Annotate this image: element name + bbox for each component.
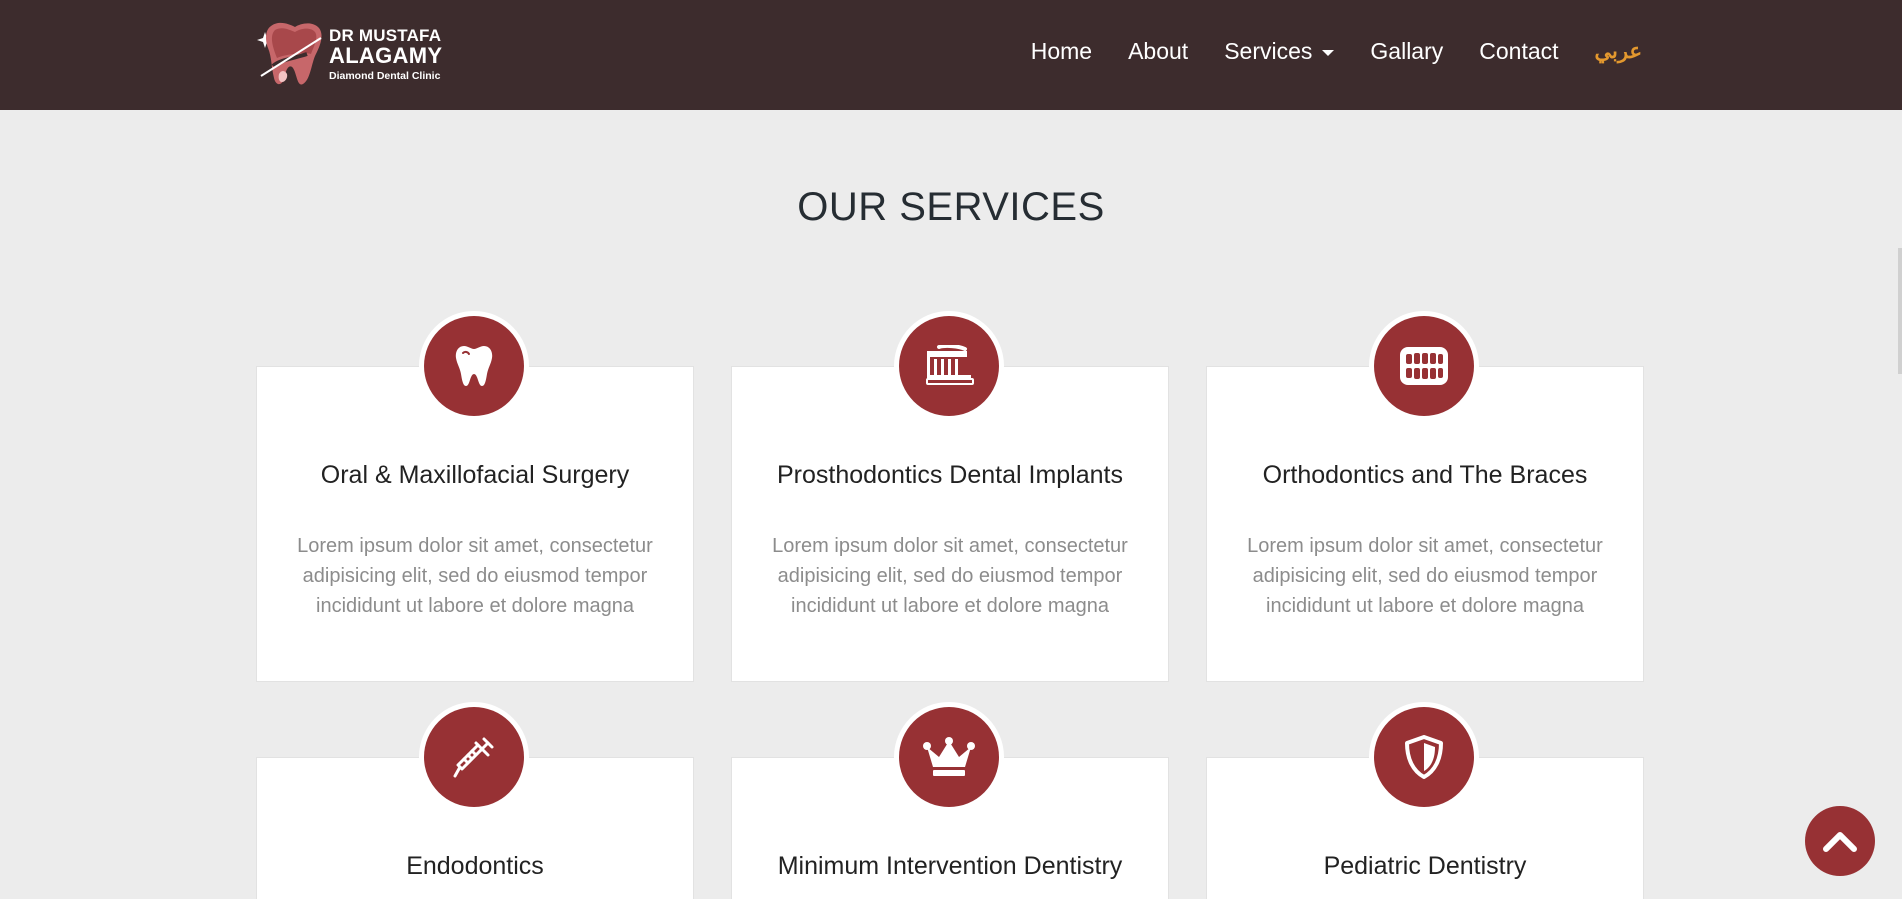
brand-tagline: Diamond Dental Clinic bbox=[329, 69, 441, 82]
nav-services-label: Services bbox=[1224, 37, 1313, 64]
section-title: OUR SERVICES bbox=[797, 185, 1105, 229]
tooth-logo-icon bbox=[255, 18, 327, 90]
service-icon-badge bbox=[894, 702, 1004, 812]
service-icon-badge bbox=[1369, 702, 1479, 812]
chevron-up-icon bbox=[1823, 832, 1857, 852]
brand-text: DR MUSTAFA ALAGAMY Diamond Dental Clinic bbox=[329, 27, 442, 82]
service-icon-badge bbox=[419, 702, 529, 812]
service-title: Oral & Maxillofacial Surgery bbox=[320, 461, 630, 489]
service-description: Lorem ipsum dolor sit amet, consectetur … bbox=[297, 535, 653, 617]
nav-services[interactable]: Services bbox=[1224, 37, 1335, 65]
nav-arabic-language[interactable]: عربي bbox=[1595, 39, 1642, 64]
service-icon-badge bbox=[419, 311, 529, 421]
service-description: Lorem ipsum dolor sit amet, consectetur … bbox=[772, 535, 1128, 617]
toothbrush-icon bbox=[899, 316, 999, 416]
syringe-icon bbox=[424, 707, 524, 807]
tooth-icon bbox=[424, 316, 524, 416]
shield-icon bbox=[1374, 707, 1474, 807]
nav-gallary[interactable]: Gallary bbox=[1370, 38, 1443, 65]
brand-name-line1: DR MUSTAFA bbox=[329, 25, 442, 45]
brand-logo[interactable]: DR MUSTAFA ALAGAMY Diamond Dental Clinic bbox=[255, 18, 455, 90]
service-title: Endodontics bbox=[406, 852, 544, 880]
scroll-to-top-button[interactable] bbox=[1805, 806, 1875, 876]
nav-contact[interactable]: Contact bbox=[1479, 38, 1558, 65]
nav-home[interactable]: Home bbox=[1031, 38, 1092, 65]
crown-icon bbox=[899, 707, 999, 807]
service-icon-badge bbox=[894, 311, 1004, 421]
service-title: Prosthodontics Dental Implants bbox=[776, 461, 1123, 489]
service-title: Pediatric Dentistry bbox=[1323, 852, 1527, 880]
main-nav: Home About Services Gallary Contact عربي bbox=[995, 0, 1642, 102]
service-title: Orthodontics and The Braces bbox=[1262, 461, 1588, 489]
nav-gallary-label: Gallary bbox=[1370, 37, 1444, 64]
nav-about[interactable]: About bbox=[1128, 38, 1188, 65]
service-description: Lorem ipsum dolor sit amet, consectetur … bbox=[1247, 535, 1603, 617]
teeth-icon bbox=[1374, 316, 1474, 416]
nav-contact-label: Contact bbox=[1479, 37, 1559, 64]
nav-arabic-label: عربي bbox=[1594, 39, 1642, 63]
nav-home-label: Home bbox=[1030, 37, 1093, 64]
service-icon-badge bbox=[1369, 311, 1479, 421]
brand-name-line2: ALAGAMY bbox=[329, 42, 443, 68]
service-title: Minimum Intervention Dentistry bbox=[777, 852, 1123, 880]
page-scrollbar-thumb[interactable] bbox=[1898, 248, 1902, 374]
chevron-down-icon bbox=[1322, 49, 1335, 56]
navbar: DR MUSTAFA ALAGAMY Diamond Dental Clinic… bbox=[0, 0, 1902, 110]
nav-about-label: About bbox=[1128, 37, 1189, 64]
